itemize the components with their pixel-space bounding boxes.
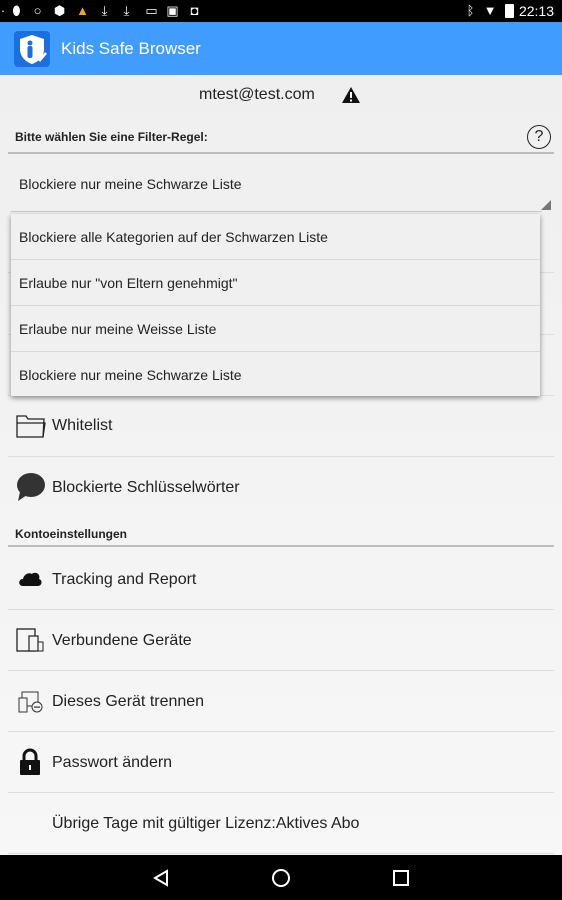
battery-charging-icon (505, 4, 514, 18)
license-days-item: Übrige Tage mit gültiger Lizenz:Aktives … (0, 793, 562, 853)
spinner-selected-value: Blockiere nur meine Schwarze Liste (19, 176, 242, 192)
filter-rule-spinner[interactable]: Blockiere nur meine Schwarze Liste (10, 160, 552, 212)
circle-icon: ○ (33, 3, 42, 18)
download-icon: ⤓ (101, 3, 108, 18)
home-icon[interactable] (271, 868, 291, 888)
back-icon[interactable] (152, 869, 170, 887)
notification-dot-icon: · (0, 3, 6, 18)
license-days-label: Übrige Tage mit gültiger Lizenz:Aktives … (52, 815, 360, 832)
connected-devices-item[interactable]: Verbundene Geräte (0, 610, 562, 670)
help-icon[interactable]: ? (527, 125, 551, 149)
account-email: mtest@test.com (199, 86, 315, 103)
app-title: Kids Safe Browser (61, 39, 201, 58)
app-logo-icon (14, 31, 50, 67)
warning-icon: ▲ (76, 3, 89, 18)
dropdown-option[interactable]: Blockiere nur meine Schwarze Liste (11, 352, 540, 398)
navigation-bar (0, 855, 562, 900)
tracking-report-item[interactable]: Tracking and Report (0, 549, 562, 609)
whitelist-label: Whitelist (52, 417, 113, 434)
whitelist-item[interactable]: Whitelist (0, 396, 562, 456)
wifi-icon: ▼ (483, 3, 497, 18)
recents-icon[interactable] (393, 870, 409, 886)
clipboard-icon: ▣ (166, 3, 179, 18)
lock-icon (20, 748, 40, 775)
clock: 22:13 (518, 3, 554, 19)
speech-bubble-icon (17, 473, 45, 501)
tracking-report-label: Tracking and Report (52, 571, 197, 588)
gamepad-icon: ▭ (145, 3, 158, 18)
app-bar: Kids Safe Browser (0, 22, 562, 75)
device-remove-icon (18, 691, 43, 713)
blocked-keywords-item[interactable]: Blockierte Schlüsselwörter (0, 457, 562, 517)
download-icon: ⤓ (123, 3, 130, 18)
blocked-keywords-label: Blockierte Schlüsselwörter (52, 479, 240, 496)
dropdown-option[interactable]: Erlaube nur meine Weisse Liste (11, 306, 540, 352)
devices-icon (16, 628, 44, 652)
keyhole-icon: ⬮ (12, 3, 21, 18)
android-icon: ⬢ (53, 3, 66, 18)
change-password-item[interactable]: Passwort ändern (0, 732, 562, 792)
dropdown-option[interactable]: Blockiere alle Kategorien auf der Schwar… (11, 214, 540, 260)
filter-rule-label: Bitte wählen Sie eine Filter-Regel: (15, 130, 208, 144)
bluetooth-icon: ᛒ (466, 3, 475, 18)
disconnect-device-item[interactable]: Dieses Gerät trennen (0, 671, 562, 731)
warning-icon[interactable] (341, 86, 361, 104)
robot-icon: ◘ (190, 3, 199, 18)
spinner-arrow-icon (541, 200, 551, 210)
folder-icon (16, 415, 46, 438)
dropdown-option[interactable]: Erlaube nur "von Eltern genehmigt" (11, 260, 540, 306)
disconnect-device-label: Dieses Gerät trennen (52, 693, 205, 710)
account-settings-header: Kontoeinstellungen (15, 527, 127, 541)
status-bar: · ⬮ ○ ⬢ ▲ ⤓ ⤓ ▭ ▣ ◘ ᛒ ▼ 22:13 (0, 0, 562, 22)
cloud-icon (19, 572, 42, 586)
connected-devices-label: Verbundene Geräte (52, 632, 192, 649)
change-password-label: Passwort ändern (52, 754, 173, 771)
filter-rule-dropdown: Blockiere alle Kategorien auf der Schwar… (11, 214, 540, 396)
